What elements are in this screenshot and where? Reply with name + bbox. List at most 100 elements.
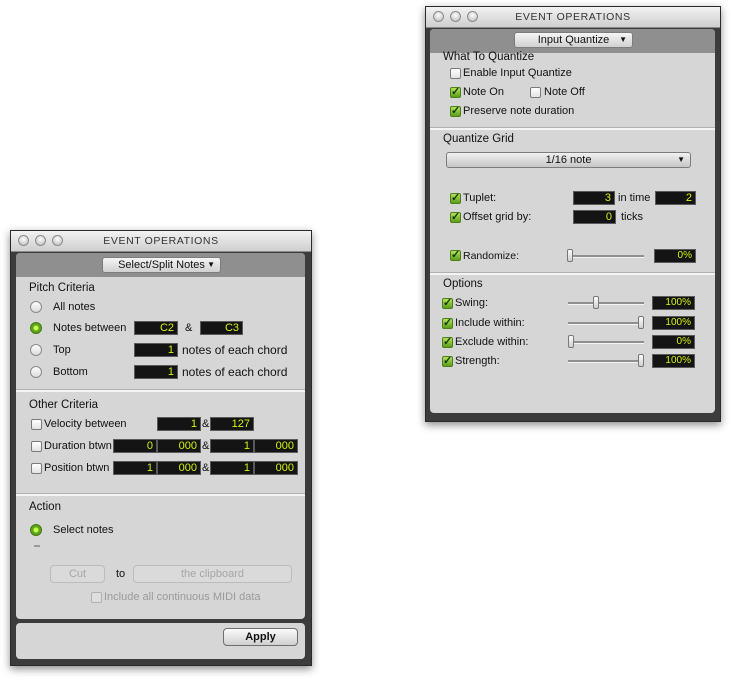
duration-a-ticks-field[interactable]: 000 xyxy=(157,439,201,453)
duration-b-ticks-field[interactable]: 000 xyxy=(254,439,298,453)
select-split-notes-window: EVENT OPERATIONS Select/Split Notes ▼ Pi… xyxy=(10,230,312,666)
mode-select-label: Input Quantize xyxy=(537,34,610,46)
top-suffix-label: notes of each chord xyxy=(182,343,288,357)
title-bar[interactable]: EVENT OPERATIONS xyxy=(11,231,311,252)
bottom-radio[interactable] xyxy=(30,366,42,378)
duration-checkbox[interactable] xyxy=(31,441,42,452)
exclude-within-slider-thumb[interactable] xyxy=(568,335,574,348)
position-a-ticks-field[interactable]: 000 xyxy=(157,461,201,475)
in-time-field[interactable]: 2 xyxy=(655,191,696,205)
strength-slider-thumb[interactable] xyxy=(638,354,644,367)
note-off-checkbox[interactable] xyxy=(530,87,541,98)
swing-label: Swing: xyxy=(455,297,489,309)
divider xyxy=(430,127,715,130)
bottom-suffix-label: notes of each chord xyxy=(182,365,288,379)
top-radio[interactable] xyxy=(30,344,42,356)
include-midi-checkbox[interactable] xyxy=(91,592,102,603)
include-within-field[interactable]: 100% xyxy=(652,316,695,330)
select-split-panel: Select/Split Notes ▼ Pitch Criteria All … xyxy=(16,253,305,619)
all-notes-label: All notes xyxy=(53,301,96,313)
swing-slider-thumb[interactable] xyxy=(592,296,599,309)
tuplet-field[interactable]: 3 xyxy=(573,191,615,205)
duration-b-bars-field[interactable]: 1 xyxy=(210,439,254,453)
velocity-checkbox[interactable] xyxy=(31,419,42,430)
section-title-options: Options xyxy=(443,278,483,290)
strength-slider-track[interactable] xyxy=(568,360,644,363)
tuplet-label: Tuplet: xyxy=(463,192,497,204)
mode-select-dropdown[interactable]: Input Quantize ▼ xyxy=(514,32,633,48)
preserve-duration-checkbox[interactable] xyxy=(450,104,461,117)
input-quantize-window: EVENT OPERATIONS Input Quantize ▼ What T… xyxy=(425,6,721,422)
include-within-slider-track[interactable] xyxy=(568,322,644,325)
bottom-label: Bottom xyxy=(53,366,88,378)
section-title-action: Action xyxy=(29,501,61,513)
exclude-within-label: Exclude within: xyxy=(455,336,529,348)
top-field[interactable]: 1 xyxy=(134,343,178,357)
strength-field[interactable]: 100% xyxy=(652,354,695,368)
swing-field[interactable]: 100% xyxy=(652,296,695,310)
note-on-label: Note On xyxy=(463,86,504,98)
destination-dropdown[interactable]: the clipboard xyxy=(133,565,292,583)
window-title: EVENT OPERATIONS xyxy=(515,11,631,23)
notes-between-low-field[interactable]: C2 xyxy=(134,321,178,335)
position-checkbox[interactable] xyxy=(31,463,42,474)
select-notes-radio[interactable] xyxy=(30,524,42,536)
section-title-what-to-quantize: What To Quantize xyxy=(443,51,535,63)
window-title: EVENT OPERATIONS xyxy=(103,235,219,247)
and-label: & xyxy=(202,440,210,452)
title-bar[interactable]: EVENT OPERATIONS xyxy=(426,7,720,28)
notes-between-label: Notes between xyxy=(53,322,127,334)
preserve-duration-label: Preserve note duration xyxy=(463,105,575,117)
offset-grid-checkbox[interactable] xyxy=(450,210,461,223)
section-title-quantize-grid: Quantize Grid xyxy=(443,133,514,145)
randomize-slider-track[interactable] xyxy=(567,255,644,258)
position-a-bars-field[interactable]: 1 xyxy=(113,461,157,475)
randomize-field[interactable]: 0% xyxy=(654,249,696,263)
notes-between-high-field[interactable]: C3 xyxy=(200,321,243,335)
velocity-low-field[interactable]: 1 xyxy=(157,417,201,431)
radio-stub xyxy=(34,545,40,547)
input-quantize-panel: Input Quantize ▼ What To Quantize Enable… xyxy=(430,29,715,413)
notes-between-radio[interactable] xyxy=(30,322,42,334)
select-notes-label: Select notes xyxy=(53,524,114,536)
duration-label: Duration btwn xyxy=(44,440,112,452)
top-label: Top xyxy=(53,344,71,356)
position-b-ticks-field[interactable]: 000 xyxy=(254,461,298,475)
bottom-field[interactable]: 1 xyxy=(134,365,178,379)
mode-select-dropdown[interactable]: Select/Split Notes ▼ xyxy=(102,257,221,273)
swing-slider-track[interactable] xyxy=(568,302,644,305)
swing-checkbox[interactable] xyxy=(442,296,453,309)
mode-select-label: Select/Split Notes xyxy=(118,259,205,271)
include-within-checkbox[interactable] xyxy=(442,316,453,329)
velocity-high-field[interactable]: 127 xyxy=(210,417,254,431)
exclude-within-field[interactable]: 0% xyxy=(652,335,695,349)
note-on-checkbox[interactable] xyxy=(450,85,461,98)
ticks-label: ticks xyxy=(621,211,643,223)
and-label: & xyxy=(202,462,210,474)
tuplet-checkbox[interactable] xyxy=(450,191,461,204)
include-within-label: Include within: xyxy=(455,317,525,329)
strength-checkbox[interactable] xyxy=(442,354,453,367)
grid-value-label: 1/16 note xyxy=(545,154,592,166)
in-time-label: in time xyxy=(618,192,651,204)
duration-a-bars-field[interactable]: 0 xyxy=(113,439,157,453)
cut-button[interactable]: Cut xyxy=(50,565,105,583)
divider xyxy=(16,493,305,496)
all-notes-radio[interactable] xyxy=(30,301,42,313)
randomize-slider-thumb[interactable] xyxy=(567,249,573,262)
position-b-bars-field[interactable]: 1 xyxy=(210,461,254,475)
and-label: & xyxy=(202,418,210,430)
include-within-slider-thumb[interactable] xyxy=(638,316,644,329)
enable-input-quantize-label: Enable Input Quantize xyxy=(463,67,572,79)
offset-grid-field[interactable]: 0 xyxy=(573,210,616,224)
strength-label: Strength: xyxy=(455,355,500,367)
apply-button[interactable]: Apply xyxy=(223,628,298,646)
position-label: Position btwn xyxy=(44,462,110,474)
chevron-down-icon: ▼ xyxy=(207,260,215,269)
grid-value-dropdown[interactable]: 1/16 note ▼ xyxy=(446,152,691,168)
randomize-checkbox[interactable] xyxy=(450,248,461,261)
exclude-within-slider-track[interactable] xyxy=(568,341,644,344)
exclude-within-checkbox[interactable] xyxy=(442,335,453,348)
enable-input-quantize-checkbox[interactable] xyxy=(450,68,461,79)
note-off-label: Note Off xyxy=(544,86,585,98)
